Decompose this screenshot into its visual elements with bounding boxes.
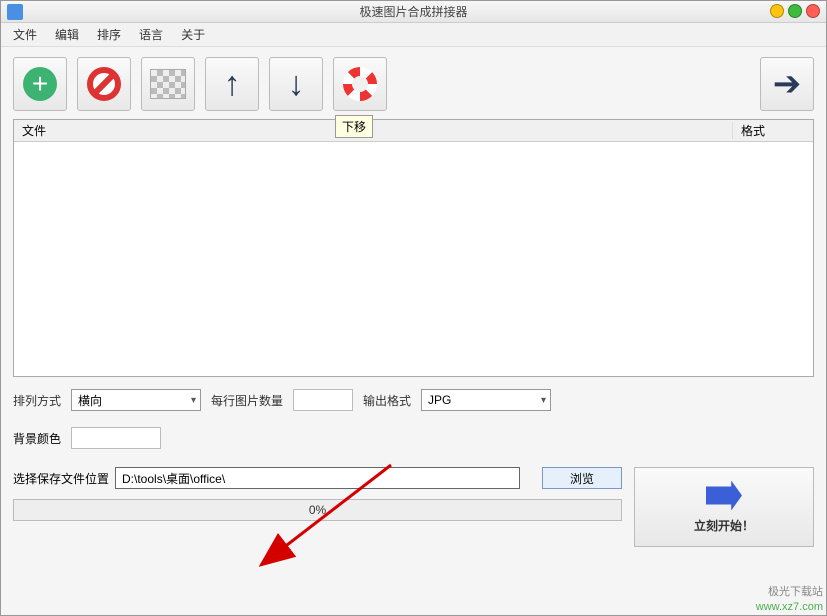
toolbar: + ↑ ↓ ➔ 下移	[13, 57, 814, 111]
col-header-file[interactable]: 文件	[14, 122, 733, 139]
maximize-button[interactable]	[788, 4, 802, 18]
count-input[interactable]	[293, 389, 353, 411]
app-icon	[7, 4, 23, 20]
next-button[interactable]: ➔	[760, 57, 814, 111]
chevron-down-icon: ▾	[541, 395, 546, 406]
save-path-value: D:\tools\桌面\office\	[122, 470, 225, 487]
window-title: 极速图片合成拼接器	[359, 3, 467, 20]
progress-bar: 0%	[13, 499, 622, 521]
menu-sort[interactable]: 排序	[97, 26, 121, 43]
plus-icon: +	[23, 67, 57, 101]
format-label: 输出格式	[363, 392, 411, 409]
watermark: 极光下载站 www.xz7.com	[756, 585, 823, 614]
menubar: 文件 编辑 排序 语言 关于	[1, 23, 826, 47]
bgcolor-label: 背景颜色	[13, 430, 61, 447]
window-controls	[770, 4, 820, 18]
forbidden-icon	[87, 67, 121, 101]
save-path-input[interactable]: D:\tools\桌面\office\	[115, 467, 520, 489]
lifebuoy-icon	[343, 67, 377, 101]
save-path-row: 选择保存文件位置 D:\tools\桌面\office\ 浏览	[13, 467, 622, 489]
table-body[interactable]	[14, 142, 813, 376]
titlebar: 极速图片合成拼接器	[1, 1, 826, 23]
tooltip: 下移	[335, 115, 373, 138]
settings-row-2: 背景颜色	[13, 423, 814, 453]
minimize-button[interactable]	[770, 4, 784, 18]
settings-row-1: 排列方式 横向 ▾ 每行图片数量 输出格式 JPG ▾	[13, 385, 814, 415]
checker-icon	[150, 69, 186, 99]
bottom-area: 选择保存文件位置 D:\tools\桌面\office\ 浏览 0% 立刻开始！	[13, 467, 814, 547]
close-button[interactable]	[806, 4, 820, 18]
arrow-right-icon: ➔	[773, 67, 802, 101]
arrange-select[interactable]: 横向 ▾	[71, 389, 201, 411]
transparency-button[interactable]	[141, 57, 195, 111]
menu-language[interactable]: 语言	[139, 26, 163, 43]
format-value: JPG	[428, 393, 451, 407]
count-label: 每行图片数量	[211, 392, 283, 409]
arrange-value: 横向	[78, 392, 102, 409]
progress-text: 0%	[309, 503, 326, 517]
arrow-down-icon: ↓	[288, 67, 305, 101]
content-area: + ↑ ↓ ➔ 下移 文件	[1, 47, 826, 615]
col-header-format[interactable]: 格式	[733, 122, 813, 139]
help-button[interactable]	[333, 57, 387, 111]
arrow-up-icon: ↑	[224, 67, 241, 101]
start-arrow-icon	[706, 481, 742, 511]
browse-button[interactable]: 浏览	[542, 467, 622, 489]
start-button[interactable]: 立刻开始！	[634, 467, 814, 547]
chevron-down-icon: ▾	[191, 395, 196, 406]
watermark-line2: www.xz7.com	[756, 600, 823, 614]
bgcolor-input[interactable]	[71, 427, 161, 449]
move-up-button[interactable]: ↑	[205, 57, 259, 111]
move-down-button[interactable]: ↓	[269, 57, 323, 111]
arrange-label: 排列方式	[13, 392, 61, 409]
watermark-line1: 极光下载站	[756, 585, 823, 599]
start-label: 立刻开始！	[694, 517, 754, 534]
app-window: 极速图片合成拼接器 文件 编辑 排序 语言 关于 + ↑	[0, 0, 827, 616]
table-header: 文件 格式	[14, 120, 813, 142]
menu-file[interactable]: 文件	[13, 26, 37, 43]
add-button[interactable]: +	[13, 57, 67, 111]
menu-about[interactable]: 关于	[181, 26, 205, 43]
file-table: 文件 格式	[13, 119, 814, 377]
save-path-label: 选择保存文件位置	[13, 470, 109, 487]
browse-label: 浏览	[570, 470, 594, 487]
menu-edit[interactable]: 编辑	[55, 26, 79, 43]
remove-button[interactable]	[77, 57, 131, 111]
format-select[interactable]: JPG ▾	[421, 389, 551, 411]
left-column: 选择保存文件位置 D:\tools\桌面\office\ 浏览 0%	[13, 467, 622, 547]
